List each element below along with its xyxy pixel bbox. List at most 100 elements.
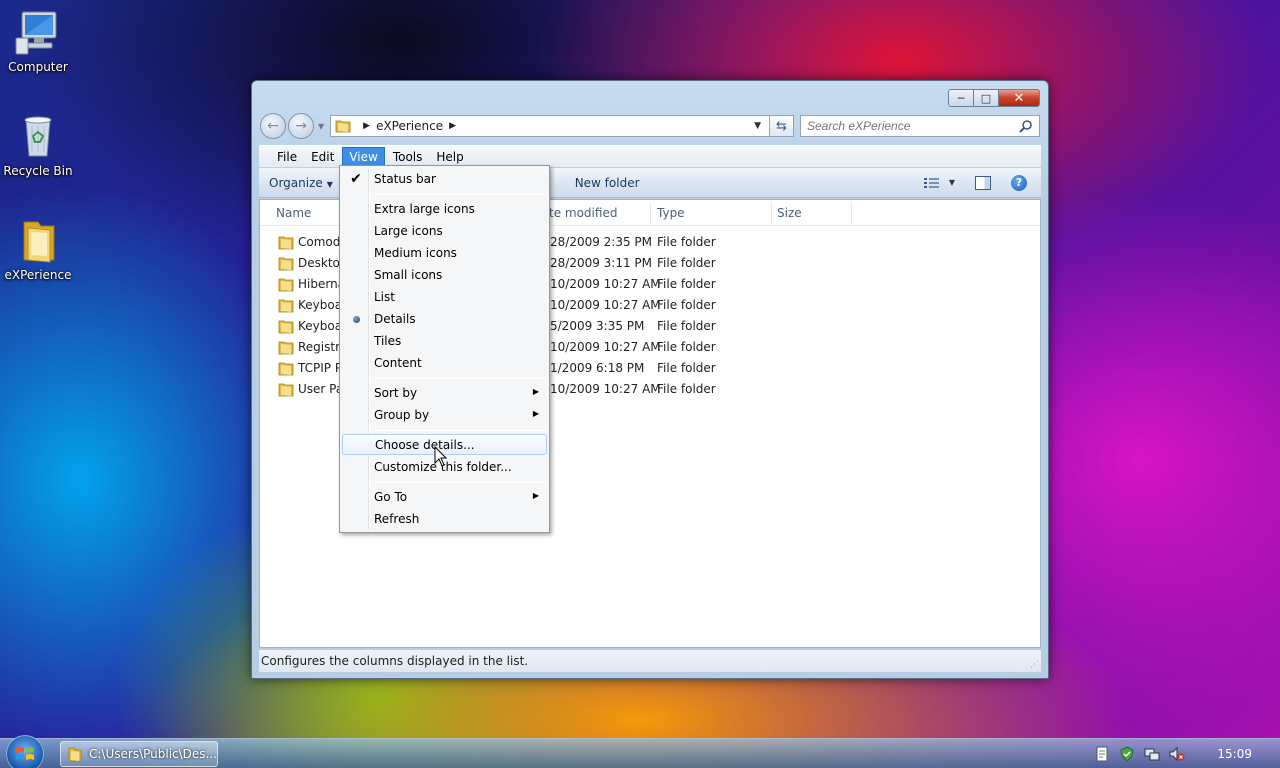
desktop-icon-experience-folder[interactable]: eXPerience bbox=[0, 216, 76, 282]
folder-icon bbox=[278, 257, 294, 271]
caption-buttons: ─ □ ✕ bbox=[948, 89, 1040, 107]
view-menu-extra-large-icons[interactable]: Extra large icons bbox=[342, 199, 547, 220]
row-date: 1/2009 6:18 PM bbox=[550, 361, 645, 375]
view-menu-large-icons[interactable]: Large icons bbox=[342, 221, 547, 242]
maximize-icon: □ bbox=[980, 91, 992, 105]
folder-icon bbox=[278, 320, 294, 334]
row-date: 10/2009 10:27 AM bbox=[550, 340, 661, 354]
folder-icon bbox=[278, 362, 294, 376]
column-type[interactable]: Type bbox=[657, 206, 685, 220]
taskbar-explorer-label: C:\Users\Public\Des... bbox=[89, 747, 217, 761]
search-input[interactable] bbox=[807, 119, 1019, 133]
arrow-left-icon: ← bbox=[267, 118, 279, 134]
network-icon[interactable] bbox=[1144, 746, 1160, 762]
row-type: File folder bbox=[657, 235, 716, 249]
submenu-arrow-icon: ▶ bbox=[532, 387, 539, 396]
minimize-button[interactable]: ─ bbox=[948, 89, 974, 107]
close-button[interactable]: ✕ bbox=[998, 89, 1040, 107]
row-type: File folder bbox=[657, 277, 716, 291]
row-type: File folder bbox=[657, 319, 716, 333]
row-date: 10/2009 10:27 AM bbox=[550, 298, 661, 312]
folder-icon bbox=[335, 120, 351, 133]
desktop-icon-label: Computer bbox=[8, 60, 68, 74]
taskbar: C:\Users\Public\Des... 15:09 bbox=[0, 735, 1280, 768]
start-button[interactable] bbox=[6, 735, 44, 768]
recycle-bin-icon bbox=[24, 116, 52, 157]
submenu-arrow-icon: ▶ bbox=[532, 491, 539, 500]
resize-grip-icon[interactable]: ⋰ bbox=[1030, 660, 1039, 670]
view-menu-content[interactable]: Content bbox=[342, 353, 547, 374]
row-type: File folder bbox=[657, 382, 716, 396]
desktop-icon-label: eXPerience bbox=[4, 268, 72, 282]
view-menu-group-by[interactable]: Group by ▶ bbox=[342, 405, 547, 426]
taskbar-clock[interactable]: 15:09 bbox=[1217, 747, 1252, 761]
organize-button[interactable]: Organize ▼ bbox=[269, 176, 333, 190]
row-type: File folder bbox=[657, 361, 716, 375]
security-shield-icon[interactable] bbox=[1119, 746, 1135, 762]
view-menu-small-icons[interactable]: Small icons bbox=[342, 265, 547, 286]
status-text: Configures the columns displayed in the … bbox=[261, 654, 529, 668]
row-date: 10/2009 10:27 AM bbox=[550, 277, 661, 291]
checkmark-icon: ✔ bbox=[350, 171, 362, 187]
view-menu-list[interactable]: List bbox=[342, 287, 547, 308]
volume-muted-icon[interactable] bbox=[1169, 746, 1185, 762]
search-icon bbox=[1019, 120, 1032, 133]
view-menu-refresh[interactable]: Refresh bbox=[342, 509, 547, 530]
view-menu-status-bar[interactable]: ✔ Status bar bbox=[342, 169, 547, 190]
view-menu-sort-by[interactable]: Sort by ▶ bbox=[342, 383, 547, 404]
refresh-icon: ⇆ bbox=[776, 118, 787, 134]
address-bar[interactable]: ▶ eXPerience ▶ ▼ bbox=[330, 115, 770, 137]
address-dropdown-icon[interactable]: ▼ bbox=[754, 121, 761, 131]
column-date-modified[interactable]: te modified bbox=[549, 206, 617, 220]
forward-button[interactable]: → bbox=[288, 113, 314, 139]
view-menu-go-to[interactable]: Go To ▶ bbox=[342, 487, 547, 508]
view-options-icon[interactable] bbox=[923, 176, 941, 190]
document-icon[interactable] bbox=[1094, 746, 1110, 762]
folder-icon bbox=[278, 236, 294, 250]
view-menu-tiles[interactable]: Tiles bbox=[342, 331, 547, 352]
windows-logo-icon bbox=[16, 747, 34, 760]
maximize-button[interactable]: □ bbox=[973, 89, 999, 107]
organize-label: Organize bbox=[269, 175, 323, 190]
breadcrumb-arrow-icon[interactable]: ▶ bbox=[449, 121, 456, 131]
new-folder-button[interactable]: New folder bbox=[575, 176, 640, 190]
refresh-button[interactable]: ⇆ bbox=[770, 115, 794, 137]
status-bar: Configures the columns displayed in the … bbox=[259, 650, 1041, 672]
mouse-cursor-icon bbox=[434, 446, 448, 467]
help-icon[interactable]: ? bbox=[1011, 174, 1027, 191]
desktop-icon-recycle-bin[interactable]: Recycle Bin bbox=[0, 112, 76, 178]
radio-dot-icon bbox=[347, 311, 365, 328]
menu-edit[interactable]: Edit bbox=[305, 148, 340, 166]
folder-icon bbox=[278, 299, 294, 313]
folder-icon bbox=[68, 747, 82, 762]
view-menu-details[interactable]: Details bbox=[342, 309, 547, 330]
menu-help[interactable]: Help bbox=[430, 148, 469, 166]
taskbar-explorer-button[interactable]: C:\Users\Public\Des... bbox=[60, 741, 218, 767]
menu-view[interactable]: View bbox=[342, 146, 385, 167]
desktop-icon-computer[interactable]: Computer bbox=[0, 8, 76, 74]
row-date: 10/2009 10:27 AM bbox=[550, 382, 661, 396]
column-size[interactable]: Size bbox=[777, 206, 802, 220]
menu-tools[interactable]: Tools bbox=[387, 148, 429, 166]
minimize-icon: ─ bbox=[957, 91, 965, 105]
arrow-right-icon: → bbox=[295, 118, 307, 134]
row-name: TCPIP P bbox=[298, 361, 343, 375]
menu-file[interactable]: File bbox=[271, 148, 303, 166]
chevron-down-icon[interactable]: ▼ bbox=[949, 178, 955, 187]
row-date: 5/2009 3:35 PM bbox=[550, 319, 645, 333]
folder-icon bbox=[278, 278, 294, 292]
breadcrumb-arrow-icon[interactable]: ▶ bbox=[363, 121, 370, 131]
view-menu-medium-icons[interactable]: Medium icons bbox=[342, 243, 547, 264]
chevron-down-icon: ▼ bbox=[326, 179, 333, 189]
row-date: 28/2009 2:35 PM bbox=[550, 235, 653, 249]
system-tray: 15:09 bbox=[1085, 739, 1280, 768]
column-name[interactable]: Name bbox=[276, 206, 311, 220]
menu-bar: File Edit View Tools Help bbox=[259, 145, 1041, 167]
preview-pane-icon[interactable] bbox=[975, 175, 991, 190]
recent-pages-dropdown[interactable]: ▼ bbox=[318, 122, 324, 131]
submenu-arrow-icon: ▶ bbox=[532, 409, 539, 418]
breadcrumb-item[interactable]: eXPerience bbox=[376, 119, 443, 133]
back-button[interactable]: ← bbox=[260, 113, 286, 139]
desktop-icon-label: Recycle Bin bbox=[3, 164, 73, 178]
search-box[interactable] bbox=[800, 115, 1040, 137]
